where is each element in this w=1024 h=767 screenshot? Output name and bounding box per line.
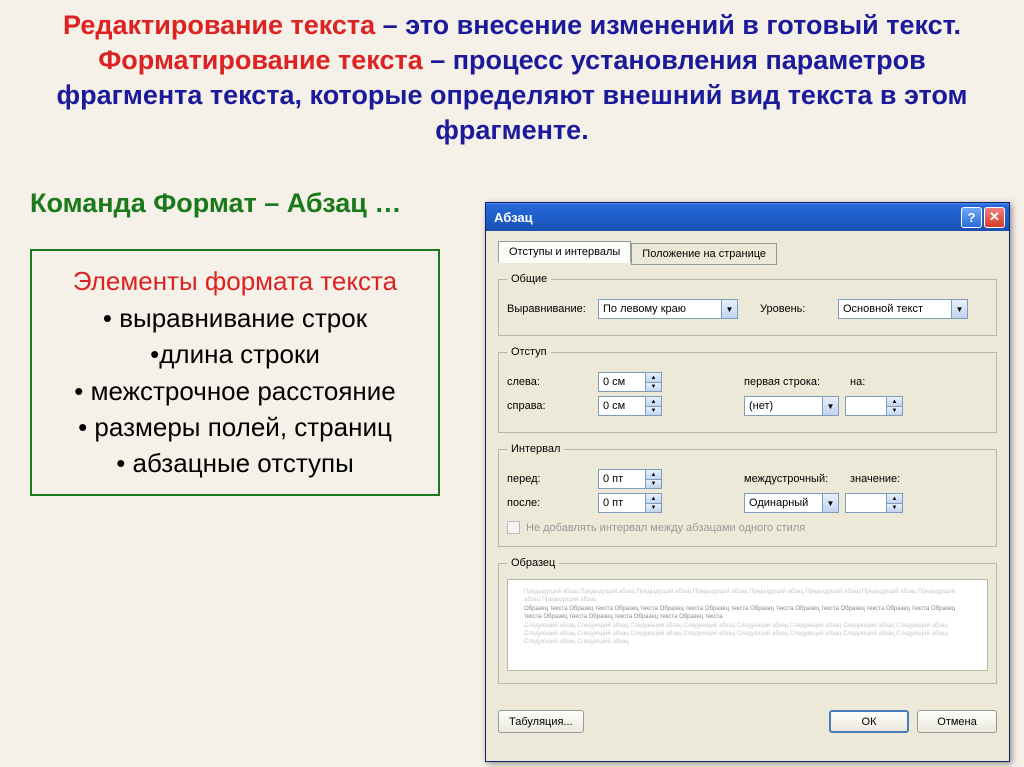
elements-item: •длина строки (44, 336, 426, 372)
group-indent: Отступ слева: 0 см ▲▼ первая строка: на:… (498, 346, 997, 433)
before-spin[interactable]: 0 пт ▲▼ (598, 469, 662, 489)
line-spacing-label: междустрочный: (744, 473, 844, 485)
elements-item: • выравнивание строк (44, 300, 426, 336)
no-space-checkbox[interactable] (507, 521, 520, 534)
by-spin[interactable]: ▲▼ (845, 396, 903, 416)
align-combo[interactable]: По левому краю ▼ (598, 299, 738, 319)
help-icon: ? (968, 210, 976, 225)
group-spacing: Интервал перед: 0 пт ▲▼ междустрочный: з… (498, 443, 997, 547)
before-label: перед: (507, 473, 592, 485)
elements-box: Элементы формата текста • выравнивание с… (30, 249, 440, 495)
spin-up-icon[interactable]: ▲ (645, 397, 661, 406)
first-line-label: первая строка: (744, 376, 844, 388)
align-label: Выравнивание: (507, 303, 592, 315)
dialog-title: Абзац (494, 210, 533, 225)
cancel-button[interactable]: Отмена (917, 710, 997, 733)
group-spacing-legend: Интервал (507, 443, 564, 455)
group-indent-legend: Отступ (507, 346, 551, 358)
spin-up-icon[interactable]: ▲ (645, 470, 661, 479)
heading-term-2: Форматирование текста (98, 45, 422, 75)
ok-button[interactable]: ОК (829, 710, 909, 733)
heading-term-1: Редактирование текста (63, 10, 375, 40)
spin-up-icon[interactable]: ▲ (886, 494, 902, 503)
preview-area: Предыдущий абзац Предыдущий абзац Предыд… (507, 579, 988, 671)
close-button[interactable]: ✕ (984, 207, 1005, 228)
first-line-combo[interactable]: (нет) ▼ (744, 396, 839, 416)
spin-down-icon[interactable]: ▼ (645, 503, 661, 512)
tab-position[interactable]: Положение на странице (631, 243, 777, 265)
indent-right-spin[interactable]: 0 см ▲▼ (598, 396, 662, 416)
spin-down-icon[interactable]: ▼ (886, 503, 902, 512)
close-icon: ✕ (989, 209, 1000, 225)
no-space-label: Не добавлять интервал между абзацами одн… (526, 522, 805, 534)
after-spin[interactable]: 0 пт ▲▼ (598, 493, 662, 513)
group-general-legend: Общие (507, 273, 551, 285)
by-label: на: (850, 376, 900, 388)
spin-down-icon[interactable]: ▼ (645, 406, 661, 415)
tabs-button[interactable]: Табуляция... (498, 710, 584, 733)
chevron-down-icon: ▼ (951, 300, 967, 318)
level-label: Уровень: (760, 303, 832, 315)
preview-prev-text: Предыдущий абзац Предыдущий абзац Предыд… (524, 588, 971, 605)
line-spacing-value: Одинарный (745, 497, 822, 509)
after-value: 0 пт (599, 497, 645, 509)
tab-indents[interactable]: Отступы и интервалы (498, 241, 631, 263)
indent-left-value: 0 см (599, 376, 645, 388)
align-value: По левому краю (599, 303, 721, 315)
heading-def-1: – это внесение изменений в готовый текст… (375, 10, 961, 40)
indent-left-label: слева: (507, 376, 592, 388)
before-value: 0 пт (599, 473, 645, 485)
spin-up-icon[interactable]: ▲ (886, 397, 902, 406)
line-spacing-combo[interactable]: Одинарный ▼ (744, 493, 839, 513)
indent-left-spin[interactable]: 0 см ▲▼ (598, 372, 662, 392)
after-label: после: (507, 497, 592, 509)
preview-sample-text: Образец текста Образец текста Образец те… (524, 605, 971, 622)
paragraph-dialog: Абзац ? ✕ Отступы и интервалы Положение … (485, 202, 1010, 762)
spin-up-icon[interactable]: ▲ (645, 373, 661, 382)
chevron-down-icon: ▼ (721, 300, 737, 318)
elements-item: • абзацные отступы (44, 445, 426, 481)
indent-right-label: справа: (507, 400, 592, 412)
first-line-value: (нет) (745, 400, 822, 412)
spin-up-icon[interactable]: ▲ (645, 494, 661, 503)
dialog-button-row: Табуляция... ОК Отмена (486, 704, 1009, 743)
preview-next-text: Следующий абзац Следующий абзац Следующи… (524, 622, 971, 647)
at-label: значение: (850, 473, 900, 485)
spin-down-icon[interactable]: ▼ (645, 382, 661, 391)
level-combo[interactable]: Основной текст ▼ (838, 299, 968, 319)
slide-heading: Редактирование текста – это внесение изм… (0, 0, 1024, 148)
help-button[interactable]: ? (961, 207, 982, 228)
chevron-down-icon: ▼ (822, 397, 838, 415)
level-value: Основной текст (839, 303, 951, 315)
tab-strip: Отступы и интервалы Положение на страниц… (498, 241, 997, 263)
at-spin[interactable]: ▲▼ (845, 493, 903, 513)
indent-right-value: 0 см (599, 400, 645, 412)
spin-down-icon[interactable]: ▼ (645, 479, 661, 488)
spin-down-icon[interactable]: ▼ (886, 406, 902, 415)
elements-item: • межстрочное расстояние (44, 373, 426, 409)
group-general: Общие Выравнивание: По левому краю ▼ Уро… (498, 273, 997, 336)
chevron-down-icon: ▼ (822, 494, 838, 512)
group-preview: Образец Предыдущий абзац Предыдущий абза… (498, 557, 997, 684)
elements-item: • размеры полей, страниц (44, 409, 426, 445)
titlebar[interactable]: Абзац ? ✕ (486, 203, 1009, 231)
elements-title: Элементы формата текста (44, 263, 426, 299)
group-preview-legend: Образец (507, 557, 559, 569)
